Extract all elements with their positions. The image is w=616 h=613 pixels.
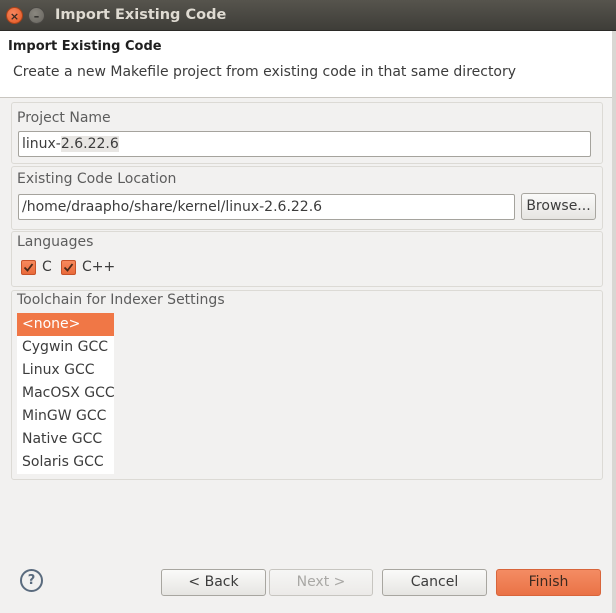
cpp-language-label: C++ bbox=[82, 259, 116, 275]
window-right-edge bbox=[612, 31, 616, 613]
c-language-checkbox[interactable] bbox=[21, 260, 36, 275]
toolchain-item-linux-gcc[interactable]: Linux GCC bbox=[17, 359, 114, 382]
wizard-page-title: Import Existing Code bbox=[8, 39, 162, 54]
toolchain-item-cygwin-gcc[interactable]: Cygwin GCC bbox=[17, 336, 114, 359]
toolchain-item-macosx-gcc[interactable]: MacOSX GCC bbox=[17, 382, 115, 405]
window-title: Import Existing Code bbox=[55, 7, 227, 23]
toolchain-item-mingw-gcc[interactable]: MinGW GCC bbox=[17, 405, 114, 428]
code-location-input[interactable]: /home/draapho/share/kernel/linux-2.6.22.… bbox=[18, 194, 515, 220]
window-titlebar: × – Import Existing Code bbox=[0, 0, 616, 31]
checkmark-icon bbox=[23, 263, 34, 272]
checkmark-icon bbox=[63, 263, 74, 272]
languages-label: Languages bbox=[17, 234, 94, 250]
project-name-value-prefix: linux- bbox=[22, 136, 61, 152]
finish-button[interactable]: Finish bbox=[496, 569, 601, 596]
c-language-label: C bbox=[42, 259, 52, 275]
project-name-input[interactable]: linux-2.6.22.6 bbox=[18, 131, 591, 157]
browse-button[interactable]: Browse... bbox=[521, 193, 596, 220]
wizard-page-description: Create a new Makefile project from exist… bbox=[13, 64, 517, 80]
toolchain-list[interactable]: <none> Cygwin GCC Linux GCC MacOSX GCC M… bbox=[17, 313, 115, 474]
help-icon[interactable]: ? bbox=[20, 569, 43, 592]
back-button[interactable]: < Back bbox=[161, 569, 266, 596]
toolchain-item-native-gcc[interactable]: Native GCC bbox=[17, 428, 114, 451]
toolchain-item-none[interactable]: <none> bbox=[17, 313, 114, 336]
project-name-label: Project Name bbox=[17, 110, 111, 126]
toolchain-item-solaris-gcc[interactable]: Solaris GCC bbox=[17, 451, 114, 474]
minimize-window-icon[interactable]: – bbox=[28, 7, 45, 24]
cancel-button[interactable]: Cancel bbox=[382, 569, 487, 596]
toolchain-label: Toolchain for Indexer Settings bbox=[17, 292, 225, 308]
code-location-label: Existing Code Location bbox=[17, 171, 177, 187]
cpp-language-checkbox[interactable] bbox=[61, 260, 76, 275]
next-button[interactable]: Next > bbox=[269, 569, 373, 596]
project-name-value-selected: 2.6.22.6 bbox=[60, 136, 119, 152]
close-window-icon[interactable]: × bbox=[6, 7, 23, 24]
wizard-banner: Import Existing Code Create a new Makefi… bbox=[0, 31, 616, 98]
